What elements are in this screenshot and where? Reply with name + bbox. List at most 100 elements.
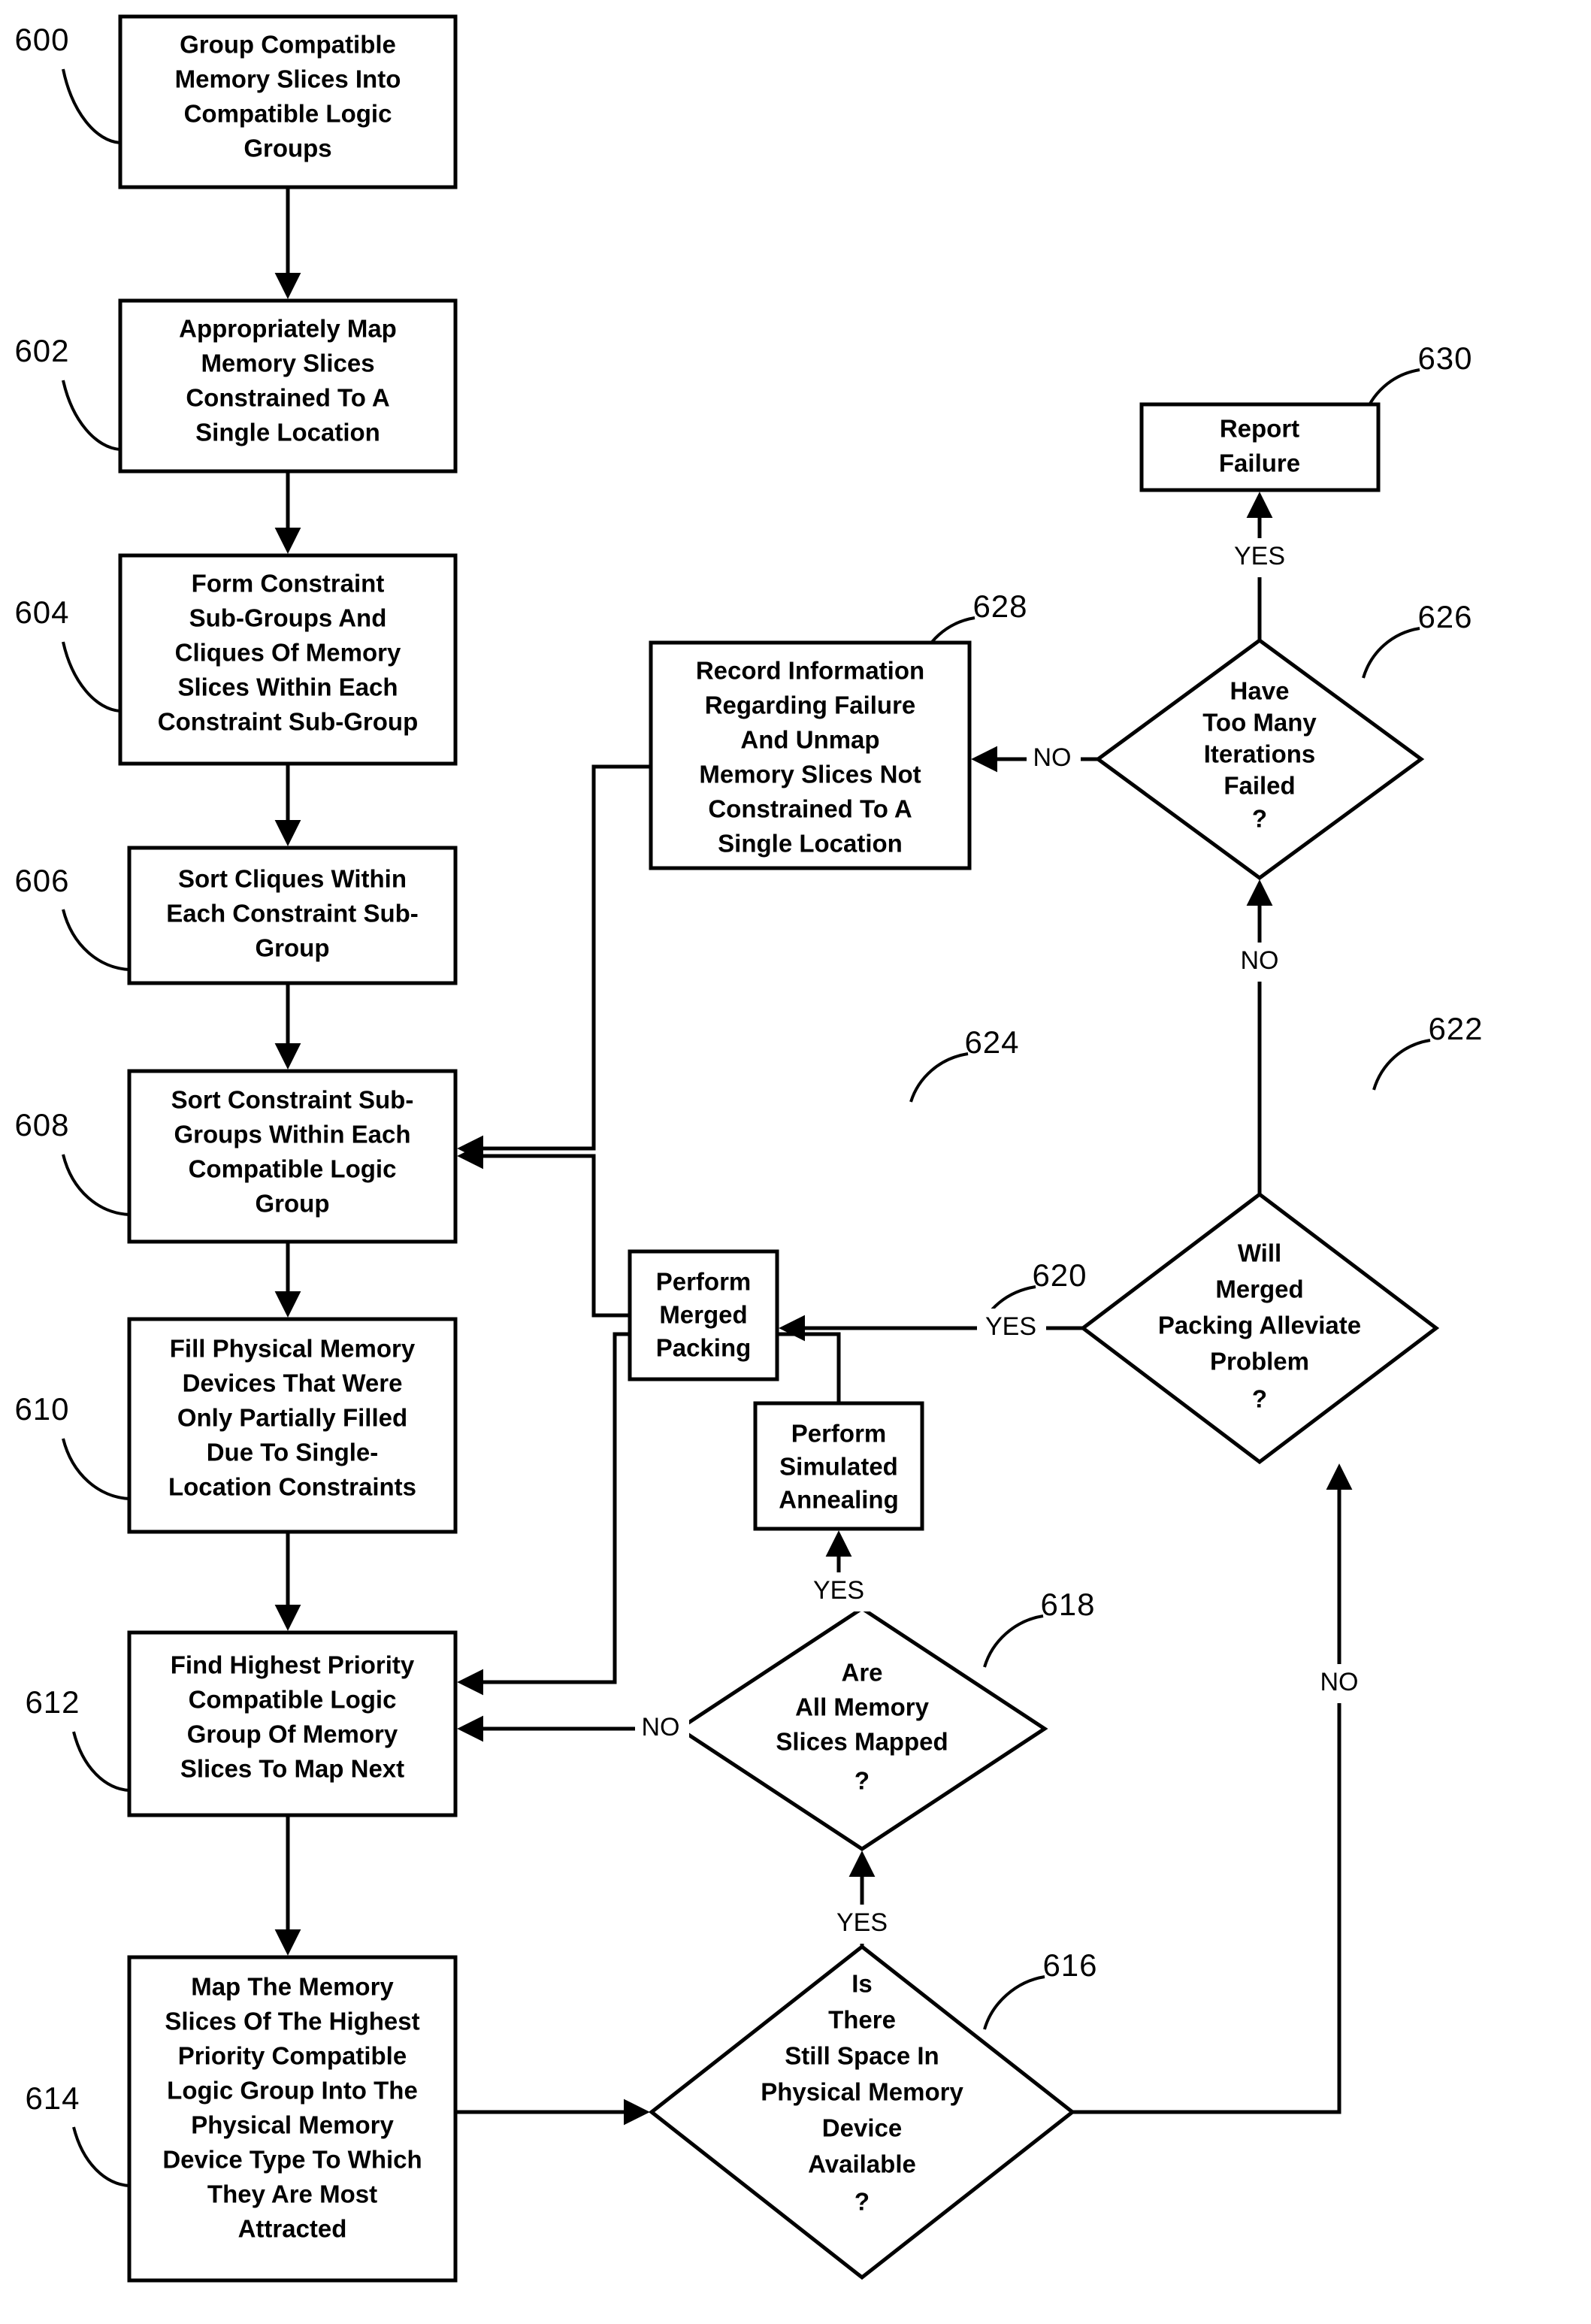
node-624-line-1: Merged — [659, 1301, 747, 1329]
node-600-line-2: Compatible Logic — [184, 100, 392, 128]
node-600-line-0: Group Compatible — [180, 31, 396, 59]
node-608-line-3: Group — [256, 1190, 330, 1218]
node-602-line-2: Constrained To A — [186, 384, 389, 412]
node-614-line-1: Slices Of The Highest — [165, 2008, 419, 2035]
node-622-line-4: ? — [1252, 1385, 1267, 1413]
ref-num-620: 620 — [1032, 1257, 1087, 1293]
leader-610 — [62, 1438, 130, 1500]
flowchart-svg: Group Compatible Memory Slices Into Comp… — [14, 14, 1483, 2283]
node-624-line-0: Perform — [656, 1268, 752, 1296]
leader-608 — [62, 1154, 130, 1216]
node-600-line-3: Groups — [243, 135, 331, 162]
node-600-line-1: Memory Slices Into — [175, 65, 401, 93]
node-602[interactable]: Appropriately Map Memory Slices Constrai… — [118, 298, 458, 474]
ref-num-616: 616 — [1042, 1947, 1097, 1983]
node-618-line-3: ? — [854, 1767, 870, 1795]
ref-num-628: 628 — [972, 589, 1027, 624]
ref-num-624: 624 — [964, 1024, 1019, 1060]
node-616-line-3: Physical Memory — [761, 2078, 963, 2106]
node-622-line-3: Problem — [1210, 1348, 1309, 1375]
node-612[interactable]: Find Highest Priority Compatible Logic G… — [127, 1630, 458, 1817]
node-600[interactable]: Group Compatible Memory Slices Into Comp… — [118, 14, 458, 189]
edge-label-yes-626-630: YES — [1234, 542, 1285, 570]
node-612-line-2: Group Of Memory — [187, 1720, 398, 1748]
node-618-line-1: All Memory — [795, 1693, 930, 1721]
node-614-line-5: Device Type To Which — [162, 2146, 422, 2174]
edge-628-to-608 — [457, 764, 651, 1162]
edge-label-yes-618-620: YES — [813, 1576, 864, 1605]
leader-622 — [1372, 1039, 1431, 1091]
node-604-line-2: Cliques Of Memory — [175, 639, 401, 667]
ref-num-604: 604 — [14, 595, 69, 630]
node-614-line-4: Physical Memory — [191, 2111, 394, 2139]
leader-600 — [62, 68, 121, 144]
leader-626 — [1362, 627, 1420, 679]
node-626[interactable]: Have Too Many Iterations Failed ? — [1094, 637, 1425, 881]
node-606-line-2: Group — [256, 934, 330, 962]
ref-num-622: 622 — [1428, 1011, 1483, 1046]
ref-num-618: 618 — [1040, 1587, 1095, 1622]
ref-num-614: 614 — [25, 2080, 80, 2116]
node-606-line-1: Each Constraint Sub- — [166, 900, 419, 927]
node-604-line-1: Sub-Groups And — [189, 604, 387, 632]
node-608[interactable]: Sort Constraint Sub- Groups Within Each … — [127, 1069, 458, 1244]
ref-num-626: 626 — [1417, 599, 1472, 634]
node-604[interactable]: Form Constraint Sub-Groups And Cliques O… — [118, 553, 458, 766]
node-628-line-5: Single Location — [718, 830, 903, 858]
leader-606 — [62, 909, 130, 971]
process-boxes: Group Compatible Memory Slices Into Comp… — [118, 14, 1381, 2283]
node-616-line-4: Device — [822, 2114, 902, 2142]
node-626-line-1: Too Many — [1202, 709, 1317, 737]
node-612-line-0: Find Highest Priority — [171, 1651, 415, 1679]
node-626-line-2: Iterations — [1204, 740, 1316, 768]
node-616-line-2: Still Space In — [785, 2042, 939, 2070]
node-610[interactable]: Fill Physical Memory Devices That Were O… — [127, 1317, 458, 1534]
edge-label-no-622-626: NO — [1241, 946, 1279, 975]
node-612-line-1: Compatible Logic — [189, 1686, 397, 1714]
ref-num-630: 630 — [1417, 340, 1472, 376]
node-628-line-0: Record Information — [696, 657, 924, 685]
ref-num-602: 602 — [14, 333, 69, 368]
edge-label-no-626-628: NO — [1033, 743, 1072, 772]
edge-label-no-616-622: NO — [1320, 1668, 1359, 1696]
node-628-line-2: And Unmap — [740, 726, 879, 754]
node-626-line-0: Have — [1230, 677, 1290, 705]
node-630[interactable]: Report Failure — [1139, 402, 1381, 492]
node-618-line-2: Slices Mapped — [776, 1728, 948, 1756]
ref-num-606: 606 — [14, 863, 69, 898]
node-602-line-0: Appropriately Map — [179, 315, 397, 343]
node-616[interactable]: Is There Still Space In Physical Memory … — [648, 1944, 1076, 2280]
leader-602 — [62, 380, 121, 451]
node-624[interactable]: Perform Merged Packing — [628, 1249, 779, 1381]
node-614-line-2: Priority Compatible — [178, 2042, 407, 2070]
ref-num-600: 600 — [14, 22, 69, 57]
node-610-line-0: Fill Physical Memory — [170, 1335, 416, 1363]
node-614[interactable]: Map The Memory Slices Of The Highest Pri… — [127, 1955, 458, 2283]
node-602-line-3: Single Location — [195, 419, 380, 446]
node-628-line-1: Regarding Failure — [705, 691, 916, 719]
edge-label-yes-616-618: YES — [836, 1908, 888, 1937]
node-620[interactable]: Perform Simulated Annealing — [753, 1401, 924, 1531]
node-606[interactable]: Sort Cliques Within Each Constraint Sub-… — [127, 846, 458, 985]
node-622[interactable]: Will Merged Packing Alleviate Problem ? — [1079, 1191, 1440, 1465]
node-614-line-7: Attracted — [238, 2215, 347, 2243]
edge-label-no-618-612: NO — [642, 1713, 680, 1741]
node-602-line-1: Memory Slices — [201, 350, 374, 377]
ref-num-608: 608 — [14, 1107, 69, 1142]
leader-612 — [72, 1731, 130, 1792]
node-620-line-1: Simulated — [779, 1453, 898, 1481]
node-622-line-1: Merged — [1215, 1275, 1303, 1303]
node-610-line-3: Due To Single- — [207, 1439, 379, 1466]
node-628[interactable]: Record Information Regarding Failure And… — [649, 640, 972, 870]
node-628-line-3: Memory Slices Not — [699, 761, 921, 788]
node-628-line-4: Constrained To A — [708, 795, 912, 823]
node-626-line-4: ? — [1252, 805, 1267, 833]
node-618[interactable]: Are All Memory Slices Mapped ? — [676, 1606, 1048, 1851]
node-608-line-2: Compatible Logic — [189, 1155, 397, 1183]
node-618-line-0: Are — [841, 1659, 882, 1687]
node-604-line-4: Constraint Sub-Group — [158, 708, 418, 736]
leader-604 — [62, 641, 121, 713]
node-620-line-0: Perform — [791, 1420, 887, 1448]
leader-624 — [909, 1052, 969, 1103]
ref-num-612: 612 — [25, 1684, 80, 1720]
